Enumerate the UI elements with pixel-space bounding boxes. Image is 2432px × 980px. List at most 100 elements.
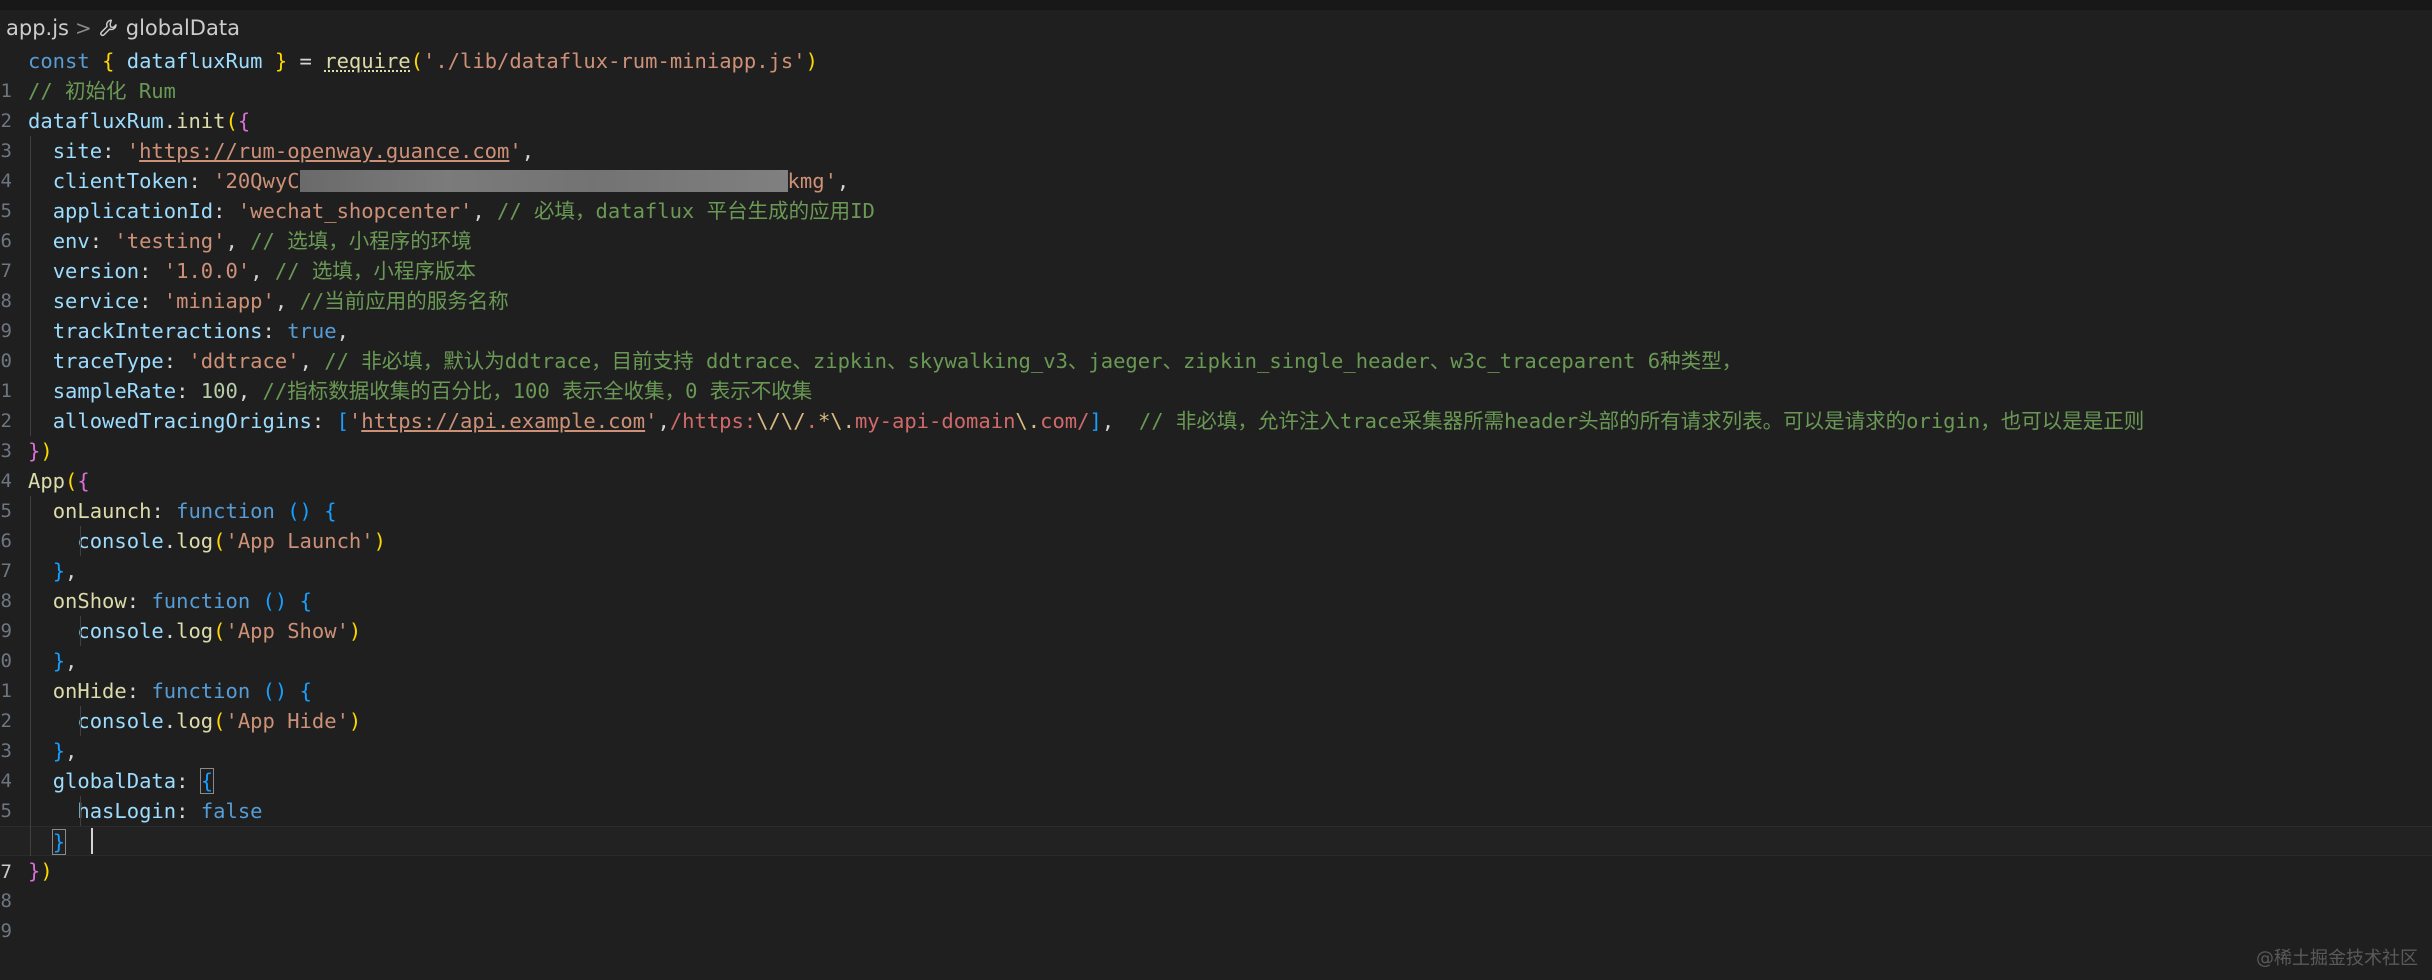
redaction-box — [299, 170, 788, 192]
token: } — [52, 649, 66, 673]
token: ( — [213, 529, 226, 553]
token: } — [28, 859, 41, 883]
watermark: @稀土掘金技术社区 — [2256, 948, 2418, 969]
code-line: 4 site: 'https://rum-openway.guance.com'… — [0, 136, 2432, 192]
token: { — [324, 499, 337, 523]
matched-bracket: } — [51, 829, 67, 855]
line-content: allowedTracingOrigins: ['https://api.exa… — [28, 406, 2145, 436]
token: ) — [373, 529, 386, 553]
code-line-active: 7 } — [0, 826, 2432, 883]
token: log — [176, 709, 214, 733]
token: : — [102, 139, 115, 163]
token: } — [52, 559, 66, 583]
code-line: 2 // 初始化 Rum — [0, 76, 2432, 132]
code-line: 7 console.log('App Launch') — [0, 526, 2432, 582]
token: { — [237, 109, 251, 133]
token: ( — [213, 709, 226, 733]
line-content: version: '1.0.0', // 选填，小程序版本 — [28, 256, 476, 286]
token: : — [188, 169, 201, 193]
code-line: 1 traceType: 'ddtrace', // 非必填，默认为ddtrac… — [0, 346, 2432, 402]
window-top-strip — [0, 0, 2432, 10]
token: './lib/dataflux-rum-miniapp.js' — [422, 49, 806, 73]
line-content: env: 'testing', // 选填，小程序的环境 — [28, 226, 472, 256]
line-content: onHide: function () { — [28, 676, 312, 706]
token: { — [299, 679, 312, 703]
line-content: trackInteractions: true, — [28, 316, 349, 346]
token: // 非必填，默认为ddtrace，目前支持 ddtrace、zipkin、sk… — [324, 349, 1743, 373]
code-line: 6 applicationId: 'wechat_shopcenter', //… — [0, 196, 2432, 252]
line-content: onShow: function () { — [28, 586, 312, 616]
token: service — [52, 289, 140, 313]
token: , — [299, 349, 312, 373]
token: : — [262, 319, 275, 343]
token: datafluxRum — [126, 49, 263, 73]
token: . — [163, 529, 177, 553]
token: site — [52, 139, 103, 163]
token: clientToken — [52, 169, 189, 193]
token: ) — [805, 49, 818, 73]
token: . — [163, 709, 177, 733]
code-line: 1 const { datafluxRum } = require('./lib… — [0, 46, 2432, 102]
token: onShow — [52, 589, 127, 613]
token: ' — [126, 139, 140, 163]
token: : — [176, 799, 189, 823]
token: } — [274, 49, 288, 73]
token: . — [805, 409, 818, 433]
token: 'App Launch' — [225, 529, 374, 553]
token: ' — [645, 409, 658, 433]
token: 'wechat_shopcenter' — [237, 199, 473, 223]
token: : — [151, 499, 164, 523]
indent-guide — [80, 706, 81, 736]
token: env — [52, 229, 90, 253]
token: : — [126, 589, 140, 613]
token: , — [274, 289, 288, 313]
breadcrumb-symbol[interactable]: globalData — [126, 16, 240, 40]
text-cursor — [91, 828, 93, 854]
code-line: 3 console.log('App Hide') — [0, 706, 2432, 762]
line-content: } — [28, 827, 67, 857]
token: console — [77, 709, 164, 733]
token: // 非必填，允许注入trace采集器所需header头部的所有请求列表。可以是… — [1138, 409, 2145, 433]
token: datafluxRum — [28, 109, 164, 133]
line-content: // 初始化 Rum — [28, 76, 176, 106]
line-content: hasLogin: false — [28, 796, 263, 826]
token: } — [52, 739, 66, 763]
token: onLaunch — [52, 499, 152, 523]
token: *\. — [817, 409, 855, 433]
token: allowedTracingOrigins — [52, 409, 312, 433]
token: false — [200, 799, 263, 823]
token: , — [1101, 409, 1115, 433]
token: version — [52, 259, 140, 283]
link[interactable]: https://api.example.com — [361, 409, 645, 433]
token: // 选填，小程序版本 — [274, 259, 476, 283]
token: traceType — [52, 349, 164, 373]
token: { — [102, 49, 115, 73]
token: : — [89, 229, 103, 253]
line-content: App({ — [28, 466, 90, 496]
code-line: 9 — [0, 886, 2432, 942]
token: , — [225, 229, 238, 253]
token: , — [65, 559, 78, 583]
token: 'miniapp' — [163, 289, 275, 313]
code-editor[interactable]: 1 const { datafluxRum } = require('./lib… — [0, 46, 2432, 942]
token: function — [151, 589, 251, 613]
token: 'ddtrace' — [188, 349, 300, 373]
token: globalData — [52, 769, 177, 793]
token: . — [163, 109, 177, 133]
token: \/\/ — [756, 409, 806, 433]
code-line: 5 globalData: { — [0, 766, 2432, 822]
breadcrumb-file[interactable]: app.js — [6, 16, 69, 40]
token: require — [324, 49, 411, 73]
link[interactable]: https://rum-openway.guance.com — [139, 139, 509, 163]
token: App — [28, 469, 66, 493]
code-line: 6 onLaunch: function () { — [0, 496, 2432, 552]
indent-guide — [30, 496, 31, 856]
token: () — [262, 589, 288, 613]
line-content: }) — [28, 436, 53, 466]
token: // 选填，小程序的环境 — [250, 229, 472, 253]
code-line: 5 clientToken: '20QwyC kmg', — [0, 166, 2432, 222]
token: ( — [225, 109, 238, 133]
token: : — [139, 259, 152, 283]
code-line: 7 env: 'testing', // 选填，小程序的环境 — [0, 226, 2432, 282]
line-content: applicationId: 'wechat_shopcenter', // 必… — [28, 196, 875, 226]
